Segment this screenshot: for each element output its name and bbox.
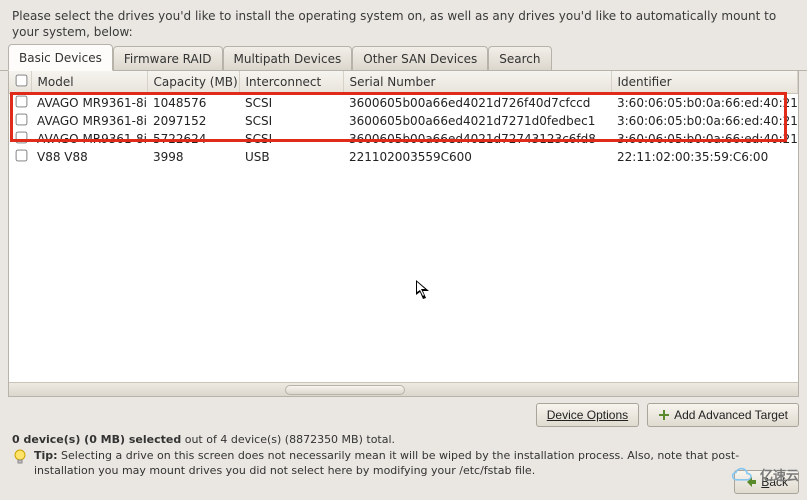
- row-checkbox[interactable]: [16, 132, 28, 144]
- header-identifier[interactable]: Identifier: [611, 71, 798, 94]
- add-advanced-target-label: Add Advanced Target: [674, 408, 788, 422]
- cell-interconnect: SCSI: [239, 130, 343, 148]
- device-table: Model Capacity (MB) Interconnect Serial …: [9, 71, 798, 166]
- footer: 0 device(s) (0 MB) selected out of 4 dev…: [0, 433, 807, 479]
- scrollbar-thumb[interactable]: [285, 385, 405, 395]
- cell-model: AVAGO MR9361-8i: [31, 112, 147, 130]
- cell-serial: 221102003559C600: [343, 148, 611, 166]
- table-row[interactable]: AVAGO MR9361-8i 5722624 SCSI 3600605b00a…: [9, 130, 798, 148]
- device-table-wrapper: Model Capacity (MB) Interconnect Serial …: [9, 71, 798, 382]
- add-advanced-target-button[interactable]: Add Advanced Target: [647, 403, 799, 427]
- cell-capacity: 1048576: [147, 94, 239, 113]
- plus-icon: [658, 409, 670, 421]
- tip-label: Tip:: [34, 449, 58, 462]
- cell-model: AVAGO MR9361-8i: [31, 94, 147, 113]
- row-checkbox[interactable]: [16, 150, 28, 162]
- tab-search[interactable]: Search: [488, 46, 551, 70]
- cell-model: AVAGO MR9361-8i: [31, 130, 147, 148]
- cell-serial: 3600605b00a66ed4021d72743123c6fd8: [343, 130, 611, 148]
- device-options-button[interactable]: Device Options: [536, 403, 639, 427]
- cell-serial: 3600605b00a66ed4021d7271d0fedbec1: [343, 112, 611, 130]
- cloud-icon: [730, 467, 756, 483]
- cell-interconnect: SCSI: [239, 112, 343, 130]
- cell-identifier: 22:11:02:00:35:59:C6:00: [611, 148, 798, 166]
- header-capacity[interactable]: Capacity (MB): [147, 71, 239, 94]
- tab-other-san-devices[interactable]: Other SAN Devices: [352, 46, 488, 70]
- cell-capacity: 2097152: [147, 112, 239, 130]
- tab-firmware-raid[interactable]: Firmware RAID: [113, 46, 223, 70]
- device-options-label: Device Options: [547, 408, 628, 422]
- cell-interconnect: SCSI: [239, 94, 343, 113]
- tab-basic-devices[interactable]: Basic Devices: [8, 44, 113, 71]
- tab-multipath-devices[interactable]: Multipath Devices: [223, 46, 353, 70]
- header-model[interactable]: Model: [31, 71, 147, 94]
- tip-text: Selecting a drive on this screen does no…: [34, 449, 739, 477]
- tip-row: Tip: Selecting a drive on this screen do…: [12, 449, 795, 479]
- cell-identifier: 3:60:06:05:b0:0a:66:ed:40:21:d7:27:43:12…: [611, 130, 798, 148]
- panel-button-row: Device Options Add Advanced Target: [0, 397, 807, 431]
- cell-capacity: 5722624: [147, 130, 239, 148]
- watermark: 亿速云: [730, 465, 799, 484]
- cell-capacity: 3998: [147, 148, 239, 166]
- lightbulb-icon: [12, 449, 28, 465]
- row-checkbox[interactable]: [16, 114, 28, 126]
- cell-model: V88 V88: [31, 148, 147, 166]
- horizontal-scrollbar[interactable]: [9, 382, 798, 396]
- instructions-text: Please select the drives you'd like to i…: [0, 0, 807, 44]
- device-panel: Model Capacity (MB) Interconnect Serial …: [8, 71, 799, 397]
- cell-interconnect: USB: [239, 148, 343, 166]
- table-row[interactable]: AVAGO MR9361-8i 1048576 SCSI 3600605b00a…: [9, 94, 798, 113]
- select-all-checkbox[interactable]: [16, 75, 28, 87]
- cell-serial: 3600605b00a66ed4021d726f40d7cfccd: [343, 94, 611, 113]
- selection-total: out of 4 device(s) (8872350 MB) total.: [181, 433, 395, 446]
- cell-identifier: 3:60:06:05:b0:0a:66:ed:40:21:d7:27:1d:0f…: [611, 112, 798, 130]
- header-serial[interactable]: Serial Number: [343, 71, 611, 94]
- header-interconnect[interactable]: Interconnect: [239, 71, 343, 94]
- cell-identifier: 3:60:06:05:b0:0a:66:ed:40:21:d7:26:f4:0d…: [611, 94, 798, 113]
- selection-count: 0 device(s) (0 MB) selected: [12, 433, 181, 446]
- table-row[interactable]: V88 V88 3998 USB 221102003559C600 22:11:…: [9, 148, 798, 166]
- header-select-all[interactable]: [9, 71, 31, 94]
- device-tabs: Basic Devices Firmware RAID Multipath De…: [0, 44, 807, 71]
- table-row[interactable]: AVAGO MR9361-8i 2097152 SCSI 3600605b00a…: [9, 112, 798, 130]
- row-checkbox[interactable]: [16, 96, 28, 108]
- watermark-text: 亿速云: [760, 465, 799, 484]
